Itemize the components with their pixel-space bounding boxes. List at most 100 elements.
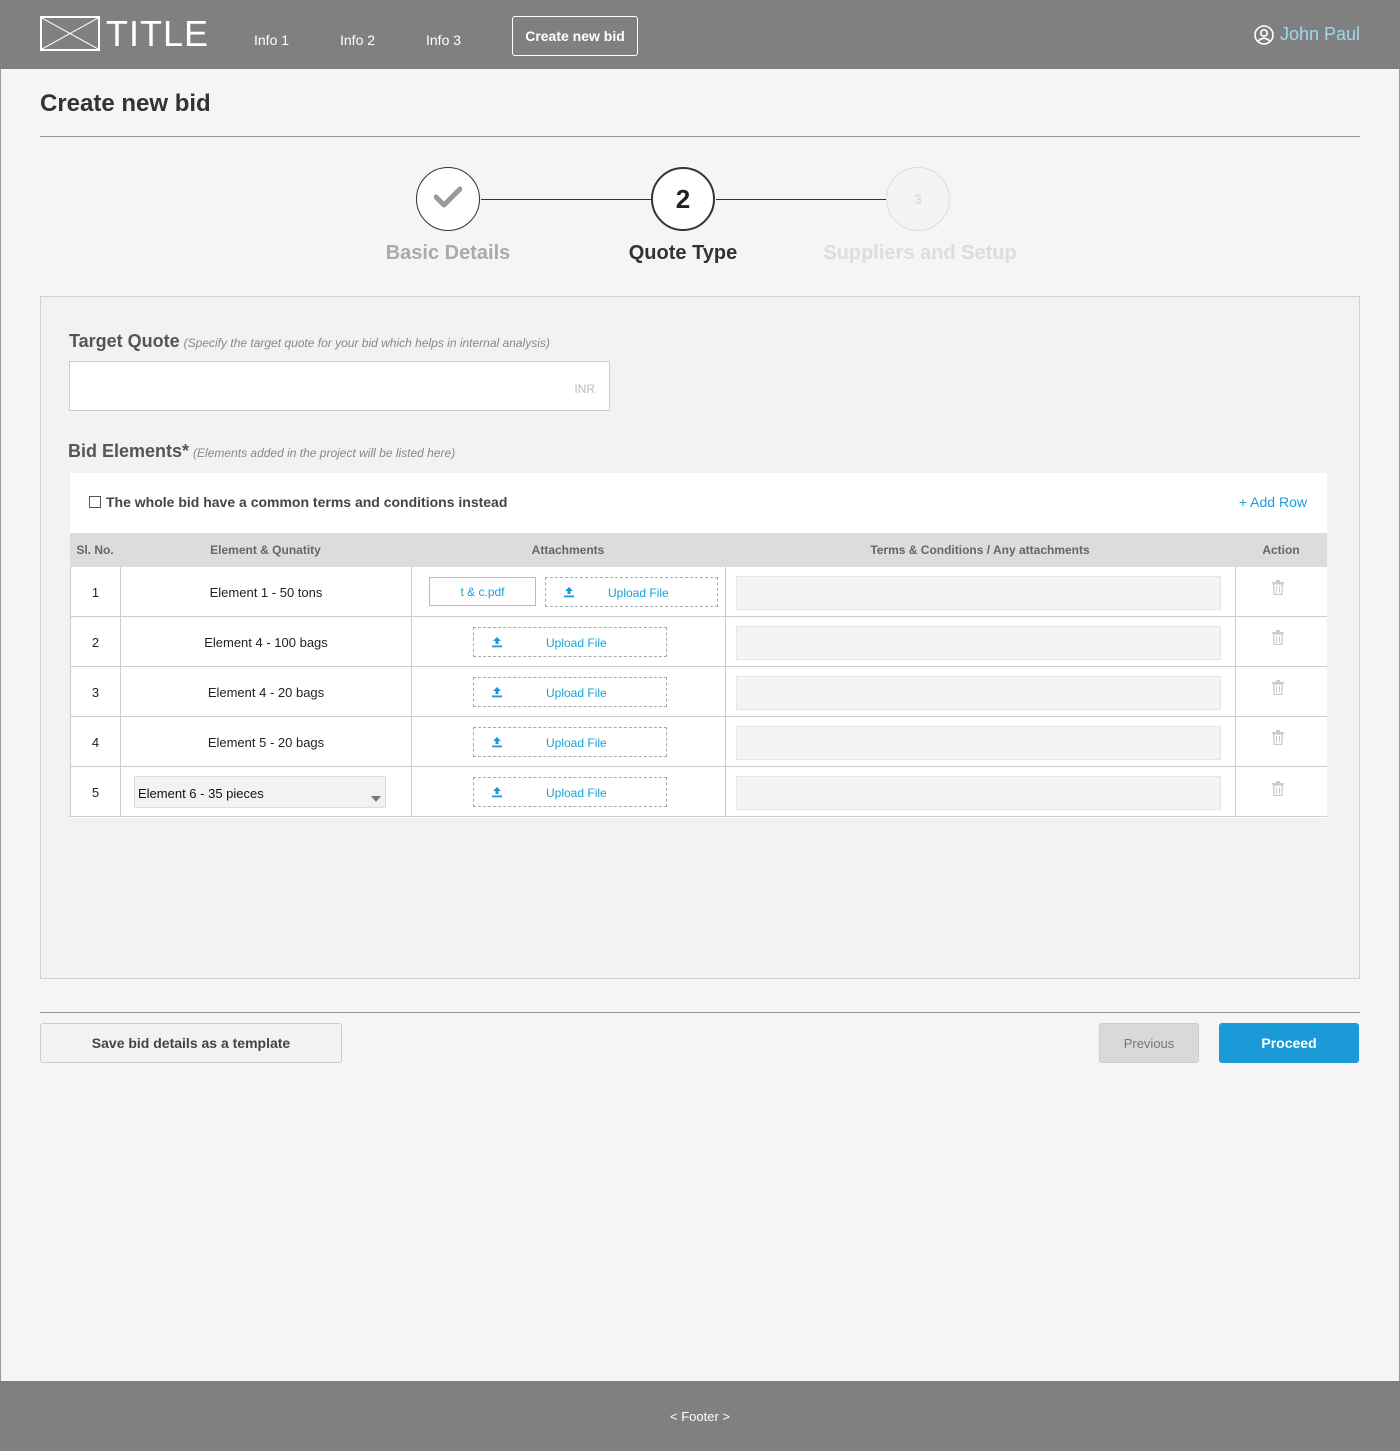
row-attachments: Upload File — [411, 617, 725, 667]
row-element: Element 1 - 50 tons — [120, 567, 411, 617]
target-quote-title: Target Quote — [69, 331, 180, 351]
page-title: Create new bid — [40, 90, 211, 117]
terms-input[interactable] — [736, 776, 1221, 810]
user-icon — [1254, 24, 1274, 45]
upload-icon — [563, 586, 575, 601]
user-name: John Paul — [1279, 24, 1360, 44]
check-icon — [433, 186, 463, 213]
chevron-down-icon — [371, 790, 381, 805]
upload-icon — [491, 636, 503, 651]
previous-button[interactable]: Previous — [1099, 1023, 1199, 1063]
delete-row-icon[interactable] — [1271, 781, 1285, 799]
col-sl-no: Sl. No. — [76, 543, 114, 557]
table-row: 4 Element 5 - 20 bags Upload File — [70, 717, 1327, 767]
row-number: 3 — [70, 667, 120, 717]
table-row: 1 Element 1 - 50 tons t & c.pdf Upload F… — [70, 567, 1327, 617]
row-action — [1235, 617, 1327, 667]
upload-icon — [491, 786, 503, 801]
element-select[interactable]: Element 6 - 35 pieces — [134, 776, 386, 808]
bid-elements-hint: (Elements added in the project will be l… — [193, 446, 456, 460]
common-terms-label: The whole bid have a common terms and co… — [106, 494, 508, 510]
logo-image-placeholder[interactable] — [40, 16, 100, 51]
delete-row-icon[interactable] — [1271, 580, 1285, 598]
upload-file-button[interactable]: Upload File — [473, 727, 667, 757]
terms-input[interactable] — [736, 676, 1221, 710]
row-attachments: Upload File — [411, 767, 725, 817]
row-action — [1235, 767, 1327, 817]
row-terms — [725, 767, 1235, 817]
logo-title[interactable]: TITLE — [106, 14, 209, 54]
upload-file-button[interactable]: Upload File — [473, 627, 667, 657]
row-element: Element 4 - 20 bags — [120, 667, 411, 717]
terms-input[interactable] — [736, 726, 1221, 760]
upload-file-button[interactable]: Upload File — [545, 577, 718, 607]
terms-input[interactable] — [736, 626, 1221, 660]
bid-elements-title: Bid Elements* — [68, 441, 190, 461]
delete-row-icon[interactable] — [1271, 730, 1285, 748]
common-terms-checkbox[interactable] — [89, 496, 101, 508]
bid-elements-table: The whole bid have a common terms and co… — [70, 473, 1327, 818]
element-select-value: Element 6 - 35 pieces — [138, 786, 264, 801]
row-attachments: Upload File — [411, 667, 725, 717]
table-toolbar: The whole bid have a common terms and co… — [70, 473, 1327, 533]
row-element: Element 5 - 20 bags — [120, 717, 411, 767]
row-number: 1 — [70, 567, 120, 617]
create-new-bid-button[interactable]: Create new bid — [512, 16, 638, 56]
upload-icon — [491, 736, 503, 751]
upload-file-label: Upload File — [546, 736, 607, 750]
add-row-link[interactable]: + Add Row — [1239, 494, 1307, 510]
target-quote-hint: (Specify the target quote for your bid w… — [183, 336, 550, 350]
step-1-circle[interactable] — [416, 167, 480, 231]
col-terms: Terms & Conditions / Any attachments — [870, 543, 1090, 557]
target-quote-heading: Target Quote (Specify the target quote fo… — [69, 331, 550, 352]
nav-info-2[interactable]: Info 2 — [340, 32, 375, 48]
upload-file-label: Upload File — [546, 786, 607, 800]
upload-file-label: Upload File — [546, 636, 607, 650]
row-attachments: Upload File — [411, 717, 725, 767]
upload-file-button[interactable]: Upload File — [473, 777, 667, 807]
user-menu[interactable]: John Paul — [1254, 24, 1360, 45]
row-action — [1235, 567, 1327, 617]
nav-info-3[interactable]: Info 3 — [426, 32, 461, 48]
row-terms — [725, 617, 1235, 667]
upload-file-label: Upload File — [608, 586, 669, 600]
quote-type-panel: Target Quote (Specify the target quote fo… — [40, 296, 1360, 979]
row-terms — [725, 717, 1235, 767]
table-row: 3 Element 4 - 20 bags Upload File — [70, 667, 1327, 717]
step-3-label: Suppliers and Setup — [823, 242, 1017, 264]
target-quote-input[interactable]: INR — [69, 361, 610, 411]
row-number: 5 — [70, 767, 120, 817]
delete-row-icon[interactable] — [1271, 680, 1285, 698]
row-number: 2 — [70, 617, 120, 667]
table-row: 5 Element 6 - 35 pieces Upload File — [70, 767, 1327, 817]
upload-icon — [491, 686, 503, 701]
attached-file-chip[interactable]: t & c.pdf — [429, 577, 536, 606]
col-attachments: Attachments — [531, 543, 605, 557]
row-action — [1235, 667, 1327, 717]
proceed-button[interactable]: Proceed — [1219, 1023, 1359, 1063]
page-footer: < Footer > — [0, 1381, 1400, 1451]
col-action: Action — [1262, 543, 1300, 557]
nav-info-1[interactable]: Info 1 — [254, 32, 289, 48]
row-action — [1235, 717, 1327, 767]
footer-text: < Footer > — [670, 1408, 730, 1424]
col-element-quantity: Element & Qunatity — [210, 543, 321, 557]
top-header: TITLE Info 1 Info 2 Info 3 Create new bi… — [0, 0, 1400, 69]
step-2-label: Quote Type — [628, 242, 738, 264]
save-template-button[interactable]: Save bid details as a template — [40, 1023, 342, 1063]
row-element: Element 4 - 100 bags — [120, 617, 411, 667]
table-header: Sl. No. Element & Qunatity Attachments T… — [70, 533, 1327, 567]
terms-input[interactable] — [736, 576, 1221, 610]
upload-file-button[interactable]: Upload File — [473, 677, 667, 707]
delete-row-icon[interactable] — [1271, 630, 1285, 648]
step-3-circle[interactable]: 3 — [886, 167, 950, 231]
upload-file-label: Upload File — [546, 686, 607, 700]
step-2-circle[interactable]: 2 — [651, 167, 715, 231]
bid-elements-heading: Bid Elements* (Elements added in the proj… — [68, 441, 455, 462]
step-connector-1 — [481, 199, 651, 200]
row-terms — [725, 567, 1235, 617]
step-1-label: Basic Details — [385, 242, 511, 264]
row-terms — [725, 667, 1235, 717]
table-row: 2 Element 4 - 100 bags Upload File — [70, 617, 1327, 667]
currency-suffix: INR — [574, 382, 595, 396]
